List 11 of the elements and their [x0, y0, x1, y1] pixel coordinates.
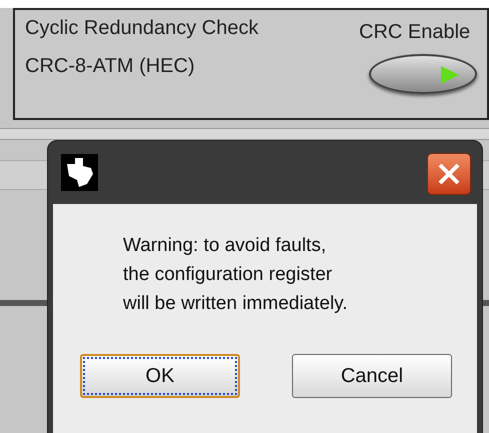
- close-button[interactable]: [427, 153, 471, 195]
- toggle-label: CRC Enable: [359, 22, 470, 42]
- close-icon: [437, 162, 461, 186]
- logo-icon: [61, 154, 98, 191]
- indicator-icon: [439, 64, 461, 86]
- crc-value: CRC-8-ATM (HEC): [25, 56, 195, 76]
- warning-message: Warning: to avoid faults, the configuration register will be written immediately.: [123, 234, 348, 316]
- dialog-button[interactable]: Cancel: [292, 354, 452, 398]
- panel-title: Cyclic Redundancy Check: [25, 18, 258, 38]
- crc-toggle[interactable]: [369, 54, 477, 94]
- dialog-button[interactable]: OK: [80, 354, 240, 398]
